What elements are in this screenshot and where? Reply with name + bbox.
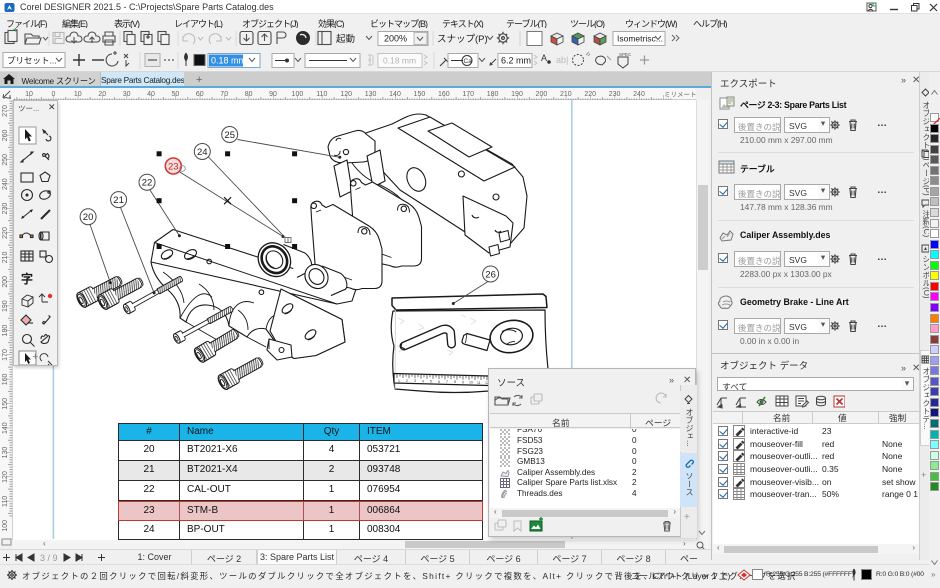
- svg-text:10: 10: [74, 91, 82, 98]
- svg-text:100: 100: [2, 520, 9, 532]
- svg-text:24: 24: [197, 147, 208, 158]
- svg-text:6.2 mm: 6.2 mm: [501, 56, 531, 66]
- svg-text:8: 8: [454, 380, 456, 384]
- svg-text:80: 80: [245, 91, 253, 98]
- svg-text:起動: 起動: [336, 34, 355, 45]
- svg-text:90: 90: [269, 91, 277, 98]
- svg-text:240: 240: [2, 178, 9, 190]
- svg-text:250: 250: [2, 154, 9, 166]
- svg-text:プリセット...: プリセット...: [7, 56, 57, 66]
- svg-text:140: 140: [389, 91, 401, 98]
- svg-text:200%: 200%: [384, 34, 407, 44]
- svg-text:スナップ(P): スナップ(P): [437, 34, 488, 45]
- svg-text:200: 200: [536, 91, 548, 98]
- svg-text:110: 110: [316, 91, 327, 98]
- svg-text:220: 220: [2, 227, 9, 239]
- svg-text:ab|: ab|: [556, 55, 568, 65]
- svg-text:150: 150: [414, 91, 426, 98]
- svg-text:30: 30: [123, 91, 131, 98]
- svg-text:0: 0: [51, 91, 55, 98]
- svg-text:240: 240: [633, 91, 645, 98]
- svg-text:10: 10: [25, 91, 33, 98]
- svg-text:26: 26: [485, 270, 496, 281]
- svg-text:100: 100: [292, 91, 304, 98]
- svg-text:21: 21: [113, 195, 124, 206]
- svg-text:160: 160: [438, 91, 450, 98]
- svg-text:60: 60: [196, 91, 204, 98]
- svg-text:字: 字: [21, 271, 33, 286]
- svg-text:3 / 9: 3 / 9: [40, 553, 58, 563]
- svg-text:SPEC: SPEC: [619, 52, 632, 57]
- svg-text:190: 190: [2, 300, 9, 312]
- svg-text:260: 260: [2, 129, 9, 141]
- svg-text:220: 220: [584, 91, 596, 98]
- svg-text:210: 210: [560, 91, 572, 98]
- svg-text:70: 70: [220, 91, 228, 98]
- svg-text:20: 20: [83, 212, 94, 223]
- svg-text:23: 23: [168, 162, 179, 173]
- svg-text:160: 160: [2, 373, 9, 385]
- svg-text:3: 3: [414, 379, 416, 383]
- svg-text:110: 110: [2, 496, 9, 507]
- svg-text:25: 25: [224, 130, 235, 141]
- svg-text:0.18 mm: 0.18 mm: [383, 56, 416, 66]
- svg-text:140: 140: [2, 422, 9, 434]
- svg-text:180: 180: [487, 91, 499, 98]
- svg-text:230: 230: [2, 203, 9, 215]
- svg-text:5: 5: [430, 380, 432, 384]
- svg-text:270: 270: [2, 105, 9, 117]
- svg-text:130: 130: [2, 447, 9, 459]
- svg-text:7: 7: [446, 380, 448, 384]
- svg-text:Ca: Ca: [464, 58, 473, 65]
- svg-text:130: 130: [365, 91, 377, 98]
- svg-text:22: 22: [142, 178, 153, 189]
- svg-text:200: 200: [2, 276, 9, 288]
- svg-text:120: 120: [2, 471, 9, 483]
- svg-text:20: 20: [98, 91, 106, 98]
- svg-text:0.18 mm: 0.18 mm: [211, 56, 246, 66]
- svg-text:4: 4: [422, 380, 424, 384]
- svg-text:6: 6: [438, 380, 440, 384]
- svg-text:50: 50: [172, 91, 180, 98]
- svg-text:190: 190: [511, 91, 523, 98]
- svg-text:150: 150: [2, 398, 9, 410]
- svg-text:11: 11: [477, 381, 481, 385]
- svg-text:Isometrisc...: Isometrisc...: [617, 34, 663, 44]
- svg-text:A: A: [541, 53, 547, 63]
- svg-text:180: 180: [2, 325, 9, 337]
- svg-text:ミリメートル: ミリメートル: [664, 92, 696, 99]
- svg-text:120: 120: [340, 91, 352, 98]
- svg-text:170: 170: [2, 349, 9, 361]
- svg-text:1: 1: [398, 379, 400, 383]
- svg-text:10: 10: [469, 381, 473, 385]
- svg-text:210: 210: [2, 251, 9, 263]
- svg-text:2: 2: [406, 379, 408, 383]
- svg-text:9: 9: [462, 381, 464, 385]
- svg-text:40: 40: [147, 91, 155, 98]
- svg-text:230: 230: [609, 91, 621, 98]
- svg-text:170: 170: [462, 91, 474, 98]
